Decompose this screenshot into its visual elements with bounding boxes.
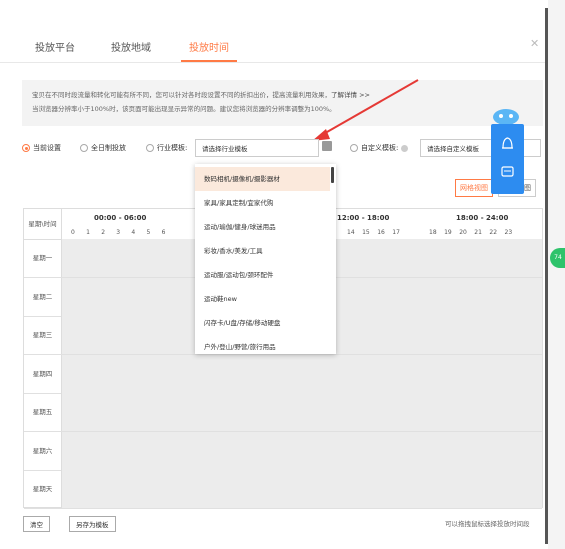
notice-box: 宝贝在不同时段流量和转化可能有所不同，您可以针对各时段设置不同的折扣出价，提高流… — [22, 80, 543, 126]
day-label: 星期六 — [24, 431, 62, 470]
time-cells[interactable] — [62, 354, 542, 393]
close-icon[interactable]: ✕ — [530, 37, 539, 50]
hour-label: 1 — [86, 229, 90, 236]
radio-fullday-dot[interactable] — [80, 144, 88, 152]
cloud-mascot-icon[interactable] — [491, 106, 521, 126]
hour-label: 15 — [362, 229, 370, 236]
save-as-template-button[interactable]: 另存为模板 — [69, 516, 116, 532]
grid-row: 星期天 — [24, 470, 542, 509]
radio-industry[interactable]: 行业模板: — [146, 139, 187, 157]
hour-label: 20 — [459, 229, 467, 236]
radio-industry-dot[interactable] — [146, 144, 154, 152]
day-label: 星期二 — [24, 277, 62, 316]
dropdown-item[interactable]: 数码相机/摄像机/摄影器材 — [195, 167, 330, 191]
slot-0: 00:00 - 06:00 — [94, 214, 147, 222]
footer-hint: 可以拖拽鼠标选择投放时间段 — [445, 520, 530, 528]
day-label: 星期三 — [24, 316, 62, 354]
help-icon[interactable] — [401, 144, 409, 152]
hour-label: 19 — [444, 229, 452, 236]
bell-icon[interactable] — [502, 137, 513, 149]
hour-label: 18 — [429, 229, 437, 236]
page-scrollbar[interactable] — [548, 0, 565, 549]
radio-current-dot[interactable] — [22, 144, 30, 152]
panel-icons — [501, 137, 514, 177]
side-badge[interactable]: 74 — [550, 248, 565, 268]
active-tab-indicator — [181, 60, 237, 62]
hour-label: 17 — [392, 229, 400, 236]
grid-view-button[interactable]: 网格视图 — [455, 179, 493, 197]
radio-fullday-label: 全日制投放 — [91, 144, 126, 152]
tab-time[interactable]: 投放时间 — [189, 39, 229, 54]
page-scroll-thumb[interactable] — [545, 8, 548, 544]
radio-industry-label: 行业模板: — [157, 144, 188, 152]
dropdown-item[interactable]: 家具/家具定制/宜家代购 — [195, 191, 330, 215]
day-label: 星期五 — [24, 393, 62, 431]
hour-label: 23 — [504, 229, 513, 236]
dropdown-item[interactable]: 运动鞋new — [195, 287, 330, 311]
hour-label: 21 — [474, 229, 482, 236]
hour-label: 14 — [347, 229, 355, 236]
grid-row: 星期四 — [24, 354, 542, 394]
dropdown-scrollbar[interactable] — [331, 167, 334, 183]
red-arrow-annotation — [312, 79, 419, 141]
notice-line2: 当浏览器分辨率小于100%时，该页面可能出现显示异常的问题。建议您将浏览器的分辨… — [32, 105, 336, 113]
radio-custom-label: 自定义模板: — [361, 144, 399, 152]
calendar-icon[interactable] — [322, 141, 332, 151]
tab-platform[interactable]: 投放平台 — [35, 39, 75, 54]
day-label: 星期天 — [24, 470, 62, 508]
tab-bar: 投放平台 投放地域 投放时间 — [0, 0, 548, 63]
slot-2: 12:00 - 18:00 — [337, 214, 390, 222]
day-label: 星期一 — [24, 239, 62, 277]
tab-region[interactable]: 投放地域 — [111, 39, 151, 54]
time-cells[interactable] — [62, 431, 542, 470]
grid-row: 星期六 — [24, 431, 542, 471]
dropdown-item[interactable]: 运动服/运动包/颈环配件 — [195, 263, 330, 287]
radio-current-label: 当前设置 — [33, 144, 61, 152]
message-icon[interactable] — [501, 166, 514, 177]
dropdown-item[interactable]: 闪存卡/U盘/存储/移动硬盘 — [195, 311, 330, 335]
time-cells[interactable] — [62, 470, 542, 508]
notice-line1: 宝贝在不同时段流量和转化可能有所不同，您可以针对各时段设置不同的折扣出价，提高流… — [32, 91, 331, 99]
radio-custom[interactable]: 自定义模板: — [350, 139, 409, 157]
hour-label: 2 — [101, 229, 106, 236]
hour-label: 5 — [146, 229, 151, 236]
dropdown-item[interactable]: 户外/登山/野营/旅行用品 — [195, 335, 330, 354]
day-label: 星期四 — [24, 354, 62, 393]
hour-label: 3 — [116, 229, 121, 236]
floating-service-panel[interactable] — [491, 124, 524, 194]
clear-button[interactable]: 清空 — [23, 516, 50, 532]
dropdown-item[interactable]: 运动/瑜伽/健身/球迷用品 — [195, 215, 330, 239]
hour-label: 16 — [377, 229, 385, 236]
hour-label: 6 — [161, 229, 166, 236]
grid-row: 星期五 — [24, 393, 542, 432]
grid-corner-label: 星期\时间 — [24, 209, 62, 239]
radio-current[interactable]: 当前设置 — [22, 139, 61, 157]
hour-label: 22 — [489, 229, 498, 236]
hour-label: 0 — [71, 229, 75, 236]
radio-custom-dot[interactable] — [350, 144, 358, 152]
dropdown-item[interactable]: 彩妆/香水/美发/工具 — [195, 239, 330, 263]
industry-dropdown[interactable]: 数码相机/摄像机/摄影器材 家具/家具定制/宜家代购 运动/瑜伽/健身/球迷用品 彩妆… — [195, 164, 336, 354]
slot-3: 18:00 - 24:00 — [456, 214, 509, 222]
hour-label: 4 — [131, 229, 136, 236]
industry-template-select[interactable]: 请选择行业模板 — [195, 139, 319, 157]
radio-fullday[interactable]: 全日制投放 — [80, 139, 126, 157]
time-cells[interactable] — [62, 393, 542, 431]
